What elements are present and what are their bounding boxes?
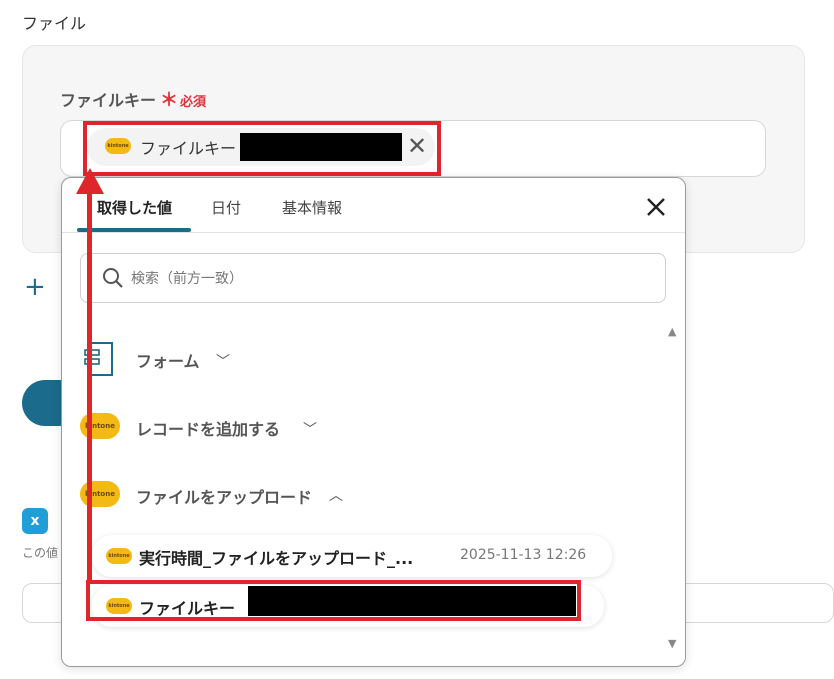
connector-line — [87, 188, 92, 584]
scroll-down-icon[interactable]: ▼ — [668, 637, 676, 650]
app-icon: x — [22, 508, 48, 534]
field-label: ファイルキー＊必須 — [60, 86, 206, 112]
group-upload-file-label[interactable]: ファイルをアップロード — [136, 484, 312, 508]
kintone-icon: kintone — [106, 548, 132, 564]
tab-basic-info[interactable]: 基本情報 — [282, 197, 342, 218]
item-execution-time-label: 実行時間_ファイルをアップロード_... — [139, 549, 414, 568]
chevron-down-icon[interactable]: ﹀ — [216, 351, 230, 371]
required-star: ＊ — [160, 90, 179, 111]
search-icon — [103, 268, 123, 288]
highlight-frame-item — [86, 580, 581, 621]
search-placeholder: 検索（前方一致） — [131, 271, 243, 287]
highlight-frame-chip — [83, 121, 441, 176]
group-add-record-label[interactable]: レコードを追加する — [136, 416, 280, 440]
field-label-text: ファイルキー — [60, 91, 157, 110]
tab-acquired-values[interactable]: 取得した値 — [97, 197, 172, 218]
group-form-label[interactable]: フォーム — [136, 348, 200, 372]
chevron-up-icon[interactable]: ︿ — [329, 485, 343, 505]
tab-date[interactable]: 日付 — [211, 197, 241, 218]
required-badge: 必須 — [180, 95, 207, 110]
kintone-icon: kintone — [80, 413, 120, 439]
background-note: この値 — [22, 546, 59, 560]
close-icon[interactable] — [640, 191, 672, 223]
item-date: 2025-11-13 12:26 — [460, 547, 587, 563]
add-icon[interactable]: + — [24, 272, 46, 302]
kintone-icon: kintone — [80, 481, 120, 507]
tab-divider — [62, 232, 685, 233]
chevron-down-icon[interactable]: ﹀ — [303, 419, 317, 439]
arrow-up-icon — [76, 168, 104, 194]
section-title: ファイル — [22, 14, 87, 33]
scroll-up-icon[interactable]: ▲ — [668, 325, 676, 338]
